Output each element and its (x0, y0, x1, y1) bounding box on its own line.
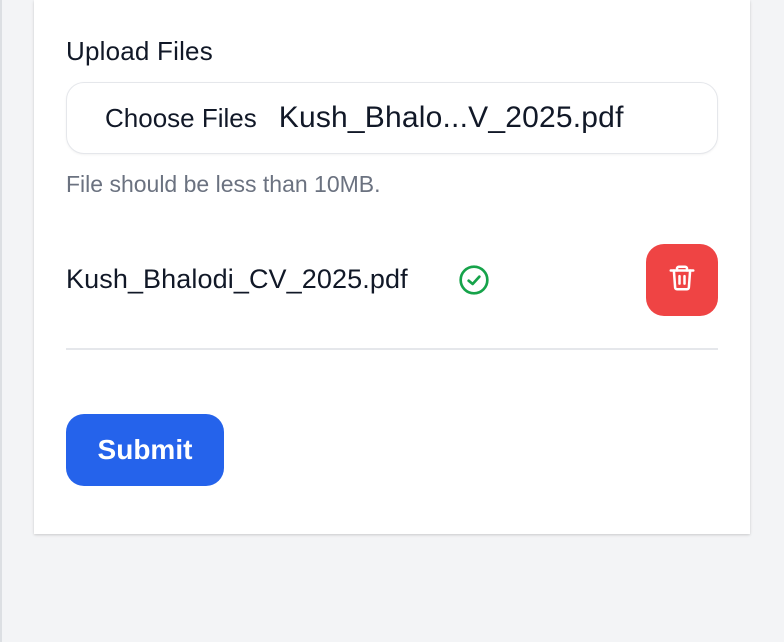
divider (66, 348, 718, 350)
file-size-hint: File should be less than 10MB. (66, 171, 381, 197)
check-circle-icon (458, 264, 490, 296)
chosen-file-name: Kush_Bhalo...V_2025.pdf (278, 101, 624, 134)
uploaded-file-name: Kush_Bhalodi_CV_2025.pdf (66, 264, 408, 294)
choose-files-button[interactable]: Choose Files (105, 103, 257, 134)
delete-file-button[interactable] (646, 244, 718, 316)
upload-card: Upload Files Choose Files Kush_Bhalo...V… (34, 0, 750, 534)
submit-button[interactable]: Submit (66, 414, 224, 486)
trash-icon (667, 263, 697, 298)
upload-files-label: Upload Files (66, 36, 213, 66)
file-input[interactable]: Choose Files Kush_Bhalo...V_2025.pdf (66, 82, 718, 154)
left-edge-border (0, 0, 2, 642)
